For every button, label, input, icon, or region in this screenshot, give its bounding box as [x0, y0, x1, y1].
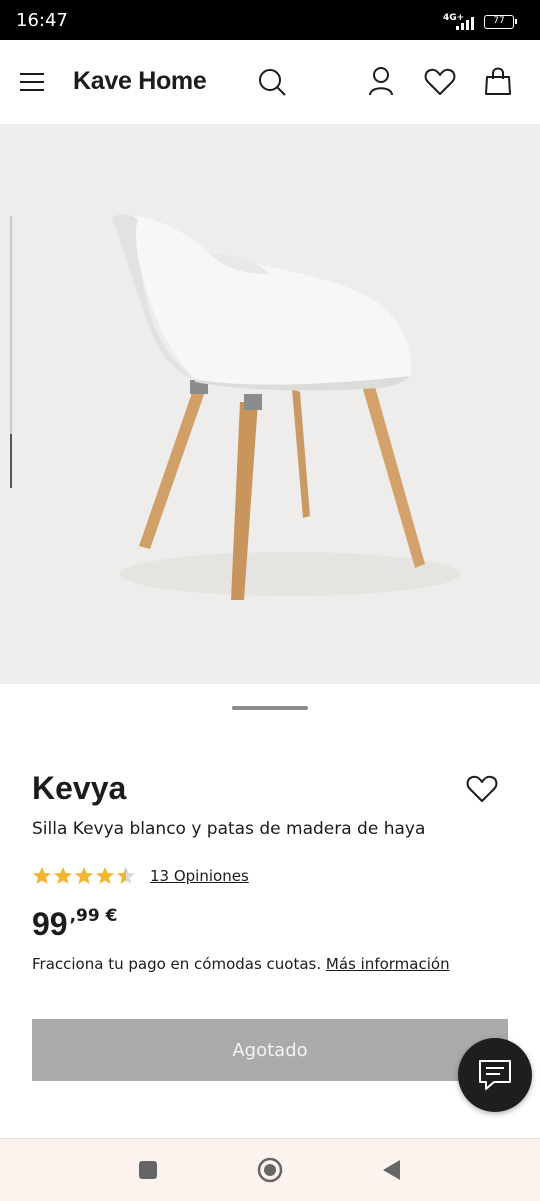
chair-image: [112, 214, 460, 600]
price-integer: 99: [32, 906, 68, 942]
rating-stars: [33, 867, 135, 884]
half-star-icon: [117, 867, 135, 884]
user-icon[interactable]: [368, 66, 394, 96]
search-icon[interactable]: [257, 67, 287, 97]
signal-icon: [456, 16, 476, 30]
reviews-link[interactable]: 13 Opiniones: [150, 867, 249, 885]
brand-logo[interactable]: Kave Home: [73, 67, 207, 96]
chat-icon: [479, 1060, 511, 1090]
gallery-pagination[interactable]: [232, 706, 308, 710]
product-subtitle: Silla Kevya blanco y patas de madera de …: [32, 819, 426, 839]
star-icon: [96, 867, 114, 884]
back-icon[interactable]: [382, 1159, 402, 1181]
product-title: Kevya: [32, 770, 127, 806]
chat-button[interactable]: [458, 1038, 532, 1112]
star-icon: [54, 867, 72, 884]
system-nav-bar: [0, 1138, 540, 1201]
heart-icon[interactable]: [424, 68, 456, 96]
status-time: 16:47: [16, 10, 68, 31]
product-price: 99,99 €: [32, 906, 117, 943]
more-info-link[interactable]: Más información: [326, 955, 450, 973]
shopping-bag-icon[interactable]: [484, 66, 512, 96]
favorite-heart-icon[interactable]: [466, 775, 498, 803]
price-decimal: ,99 €: [69, 906, 118, 926]
battery-icon: 77: [484, 15, 517, 29]
status-bar: 16:47 4G+ 77: [0, 0, 540, 40]
site-header: Kave Home: [0, 40, 540, 124]
financing-info: Fracciona tu pago en cómodas cuotas. Más…: [32, 955, 450, 973]
battery-level: 77: [493, 16, 505, 26]
sold-out-button[interactable]: Agotado: [32, 1019, 508, 1081]
star-icon: [33, 867, 51, 884]
product-image-gallery[interactable]: [0, 124, 540, 684]
home-icon[interactable]: [257, 1157, 283, 1183]
financing-text: Fracciona tu pago en cómodas cuotas.: [32, 955, 322, 973]
recent-apps-icon[interactable]: [139, 1161, 157, 1179]
menu-icon[interactable]: [19, 71, 45, 93]
star-icon: [75, 867, 93, 884]
